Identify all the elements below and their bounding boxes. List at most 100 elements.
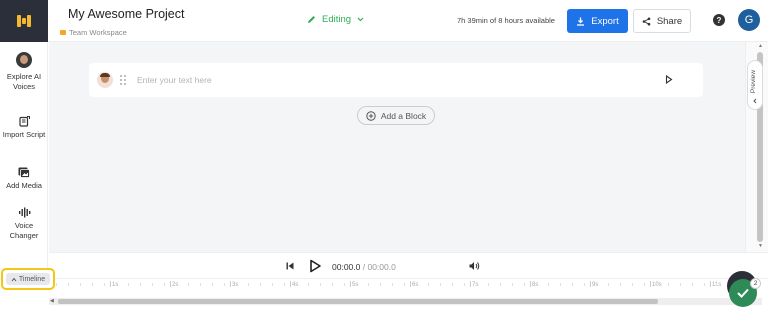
preview-label: Preview [750, 70, 757, 94]
total-time: 00:00.0 [367, 262, 396, 272]
user-avatar[interactable]: G [738, 9, 760, 31]
timeline-minor-tick [716, 283, 717, 286]
pencil-icon [308, 16, 315, 23]
horizontal-scrollbar-thumb[interactable] [58, 299, 658, 304]
timeline-minor-tick [152, 283, 153, 286]
timeline-minor-tick [128, 283, 129, 286]
timeline-minor-tick [644, 283, 645, 286]
timeline-major-tick [290, 281, 291, 287]
scroll-down-arrow-icon[interactable]: ▼ [758, 243, 763, 249]
timeline-minor-tick [80, 283, 81, 286]
block-text-input[interactable] [137, 73, 617, 87]
timeline-minor-tick [248, 283, 249, 286]
sidebar-item-label: Voice Changer [9, 221, 39, 240]
plus-circle-icon [366, 110, 376, 121]
export-button[interactable]: Export [567, 9, 628, 33]
play-icon[interactable] [665, 75, 673, 84]
timeline-toggle-button[interactable]: Timeline [1, 268, 55, 290]
timeline-minor-tick [440, 283, 441, 286]
timeline-toggle-inner: Timeline [6, 273, 50, 285]
timeline-minor-tick [56, 283, 57, 286]
timeline-minor-tick [572, 283, 573, 286]
timeline-ruler[interactable]: 1s2s3s4s5s6s7s8s9s10s11s [56, 279, 760, 297]
current-time: 00:00.0 [332, 262, 361, 272]
availability-text: 7h 39min of 8 hours available [457, 16, 555, 25]
drag-handle-icon[interactable] [120, 75, 127, 85]
timeline-major-tick [230, 281, 231, 287]
timeline-minor-tick [344, 283, 345, 286]
timeline-minor-tick [584, 283, 585, 286]
share-icon [642, 17, 651, 25]
timeline-minor-tick [416, 283, 417, 286]
timeline-minor-tick [548, 283, 549, 286]
top-header: My Awesome Project Team Workspace Editin… [48, 0, 768, 42]
sidebar-item-add-media[interactable]: Add Media [0, 167, 48, 191]
player-bar: 00:00.0 / 00:00.0 [49, 252, 768, 278]
timeline-minor-tick [488, 283, 489, 286]
share-button[interactable]: Share [633, 9, 691, 33]
timeline-minor-tick [368, 283, 369, 286]
timeline-major-tick [590, 281, 591, 287]
add-media-icon [18, 167, 30, 178]
mode-dropdown[interactable]: Editing [307, 14, 364, 25]
scroll-up-arrow-icon[interactable]: ▲ [758, 43, 763, 49]
volume-icon[interactable] [469, 261, 480, 271]
sidebar-item-explore-voices[interactable]: Explore AI Voices [0, 52, 48, 92]
app-logo[interactable] [0, 0, 48, 42]
time-display: 00:00.0 / 00:00.0 [332, 262, 396, 272]
timeline: 1s2s3s4s5s6s7s8s9s10s11s ◀ [0, 278, 768, 312]
timeline-minor-tick [656, 283, 657, 286]
sidebar-item-voice-changer[interactable]: Voice Changer [0, 207, 48, 241]
speaker-avatar[interactable] [97, 72, 113, 88]
timeline-major-tick [170, 281, 171, 287]
timeline-minor-tick [428, 283, 429, 286]
timeline-minor-tick [404, 283, 405, 286]
timeline-minor-tick [332, 283, 333, 286]
check-glyph-icon [737, 288, 749, 298]
text-block [89, 63, 703, 97]
timeline-major-tick [530, 281, 531, 287]
play-icon[interactable] [309, 259, 322, 273]
timeline-minor-tick [560, 283, 561, 286]
timeline-major-tick [110, 281, 111, 287]
voice-changer-icon [18, 207, 30, 218]
timeline-minor-tick [380, 283, 381, 286]
timeline-minor-tick [524, 283, 525, 286]
add-block-button[interactable]: Add a Block [357, 106, 435, 125]
project-title[interactable]: My Awesome Project [68, 7, 184, 21]
timeline-minor-tick [188, 283, 189, 286]
timeline-minor-tick [212, 283, 213, 286]
timeline-major-tick [410, 281, 411, 287]
voices-avatar-icon [16, 52, 32, 68]
timeline-minor-tick [620, 283, 621, 286]
timeline-toggle-label: Timeline [18, 275, 46, 283]
timeline-major-tick [350, 281, 351, 287]
timeline-minor-tick [116, 283, 117, 286]
mode-label: Editing [322, 14, 352, 25]
timeline-minor-tick [356, 283, 357, 286]
timeline-minor-tick [272, 283, 273, 286]
chevron-up-icon [11, 277, 17, 281]
download-icon [577, 17, 585, 26]
sidebar-item-label: Add Media [6, 181, 42, 190]
chevron-left-icon [753, 98, 757, 104]
timeline-minor-tick [692, 283, 693, 286]
skip-back-icon[interactable] [286, 262, 294, 270]
sidebar-item-label: Explore AI Voices [6, 72, 42, 91]
timeline-minor-tick [296, 283, 297, 286]
timeline-minor-tick [68, 283, 69, 286]
import-script-icon [18, 116, 30, 127]
timeline-minor-tick [140, 283, 141, 286]
timeline-minor-tick [500, 283, 501, 286]
sidebar-item-import-script[interactable]: Import Script [0, 116, 48, 140]
add-block-label: Add a Block [380, 110, 427, 121]
timeline-minor-tick [680, 283, 681, 286]
logo-icon [17, 15, 31, 27]
scroll-left-arrow-icon[interactable]: ◀ [50, 298, 54, 304]
notification-badge: 2 [750, 278, 761, 289]
workspace-label[interactable]: Team Workspace [60, 28, 127, 37]
timeline-minor-tick [536, 283, 537, 286]
help-icon[interactable]: ? [713, 14, 725, 26]
timeline-minor-tick [92, 283, 93, 286]
chevron-down-icon [357, 17, 364, 22]
